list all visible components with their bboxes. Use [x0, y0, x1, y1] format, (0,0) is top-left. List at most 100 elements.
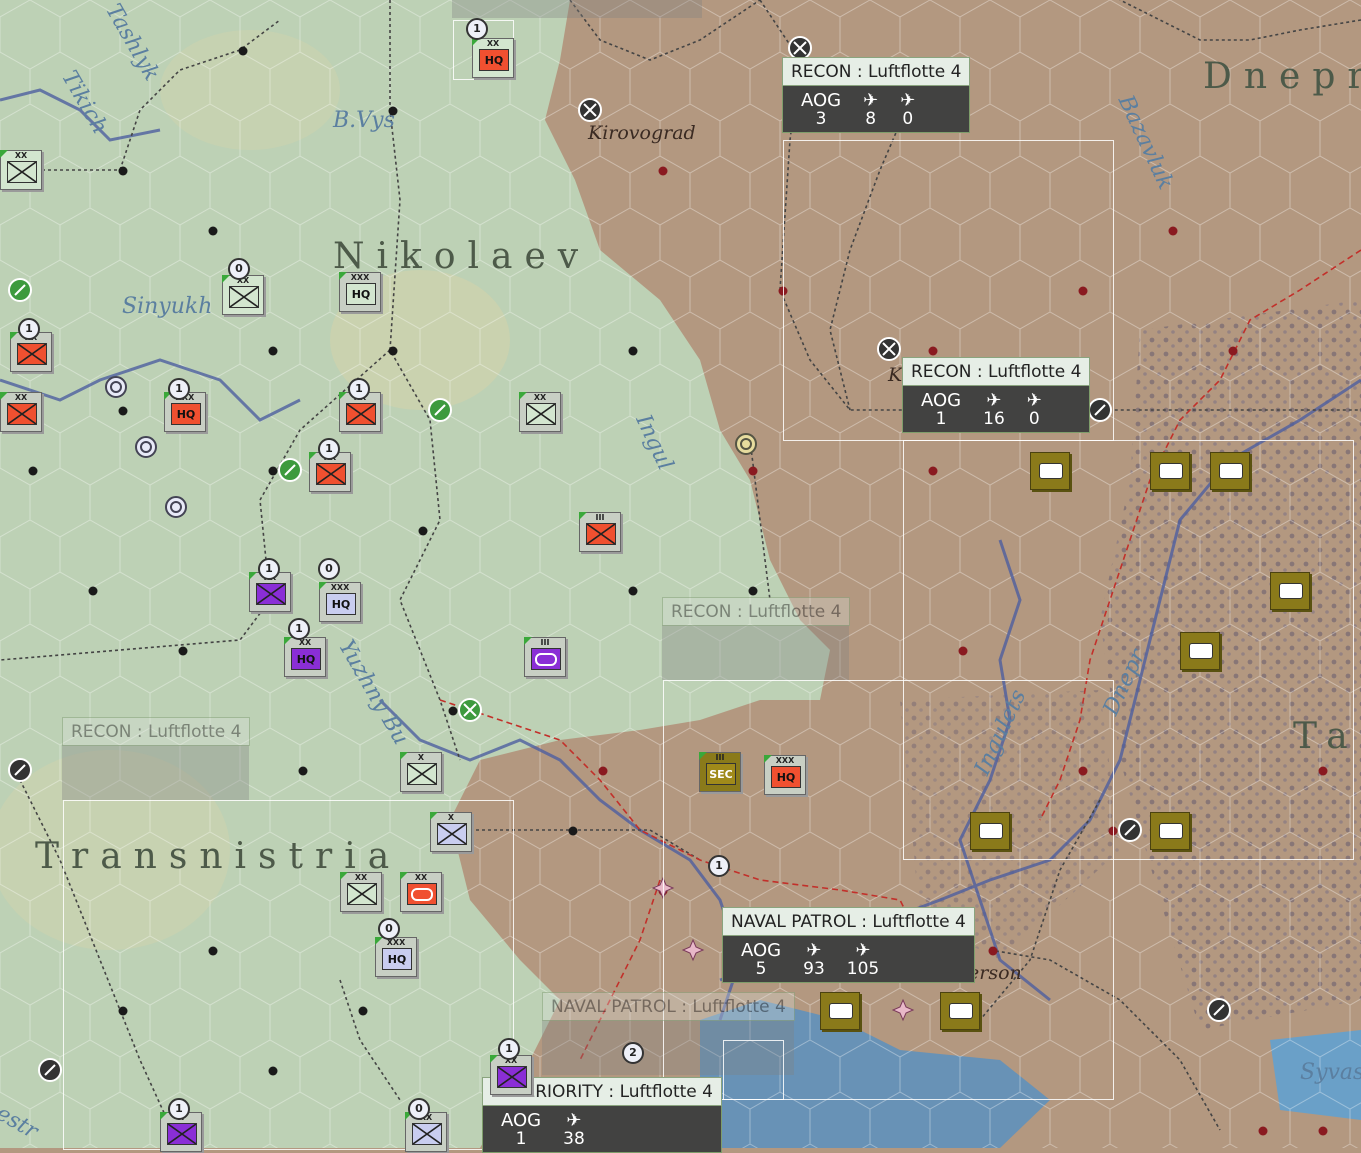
- region-label-transnistria: Transnistria: [35, 836, 402, 877]
- unit-hq[interactable]: XXXHQ: [764, 755, 806, 795]
- fighter-count: 16: [983, 409, 1005, 429]
- unit-symbol: HQ: [326, 593, 356, 615]
- unit-symbol: [17, 343, 47, 365]
- unit-flag-icon: [10, 332, 18, 340]
- unit-infantry[interactable]: XX: [340, 872, 382, 912]
- region-label-nikolaev: Nikolaev: [333, 236, 591, 277]
- unit-flag-icon: [375, 937, 383, 945]
- bomber-icon: ✈: [855, 940, 871, 961]
- naval-unit[interactable]: [820, 992, 860, 1030]
- infantry-icon: [413, 1124, 441, 1144]
- unit-flag-icon: [284, 637, 292, 645]
- ship-icon: [1159, 463, 1183, 479]
- unit-hq[interactable]: XX HQ: [284, 637, 326, 677]
- unit-symbol: HQ: [171, 403, 201, 425]
- unit-symbol: HQ: [382, 948, 412, 970]
- unit-flag-icon: [0, 392, 8, 400]
- armor-icon: [411, 887, 433, 901]
- supply-badge: 1: [348, 378, 370, 400]
- unit-security[interactable]: III SEC: [699, 752, 741, 792]
- bomber-icon: ✈: [1026, 390, 1042, 411]
- unit-infantry[interactable]: XX: [0, 150, 42, 190]
- aog-value: 3: [815, 109, 827, 129]
- unit-flag-icon: [309, 452, 317, 460]
- ship-icon: [1219, 463, 1243, 479]
- unit-infantry[interactable]: XX: [0, 392, 42, 432]
- unit-infantry[interactable]: X: [400, 752, 442, 792]
- recon-area-3: [663, 680, 1114, 1100]
- infantry-icon: [168, 1124, 196, 1144]
- unit-flag-icon: [319, 582, 327, 590]
- faded-mission-box: [452, 0, 702, 18]
- unit-infantry[interactable]: X: [430, 812, 472, 852]
- naval-unit[interactable]: [1150, 452, 1190, 490]
- mission-panel-recon-2[interactable]: RECON : Luftflotte 4 AOG 1 ✈ 16 ✈ 0: [902, 357, 1091, 433]
- mission-title: NAVAL PATROL : Luftflotte 4: [722, 907, 975, 936]
- mission-title: NAVAL PATROL : Luftflotte 4: [542, 992, 795, 1021]
- naval-unit[interactable]: [1150, 812, 1190, 850]
- infantry-icon: [408, 764, 436, 784]
- unit-flag-icon: [0, 150, 8, 158]
- unit-flag-icon: [400, 752, 408, 760]
- unit-flag-icon: [222, 275, 230, 283]
- unit-armor[interactable]: XX: [400, 872, 442, 912]
- unit-symbol: [346, 403, 376, 425]
- unit-symbol: HQ: [291, 648, 321, 670]
- mission-panel-naval-patrol[interactable]: NAVAL PATROL : Luftflotte 4 AOG 5 ✈ 93 ✈ 10…: [722, 907, 975, 983]
- unit-flag-icon: [160, 1112, 168, 1120]
- unit-infantry[interactable]: XX: [490, 1055, 532, 1095]
- supply-badge: 1: [18, 318, 40, 340]
- naval-unit[interactable]: [1270, 572, 1310, 610]
- unit-infantry[interactable]: XX: [222, 275, 264, 315]
- infantry-icon: [587, 524, 615, 544]
- naval-unit[interactable]: [970, 812, 1010, 850]
- unit-hq[interactable]: XXXHQ: [319, 582, 361, 622]
- infantry-icon: [8, 404, 36, 424]
- unit-flag-icon: [340, 872, 348, 880]
- city-label-kherson: erson: [968, 962, 1022, 984]
- mission-panel-naval-faded[interactable]: NAVAL PATROL : Luftflotte 4: [542, 992, 795, 1021]
- ship-icon: [1189, 643, 1213, 659]
- river-label-sinyukha: Sinyukh: [122, 294, 213, 319]
- unit-infantry[interactable]: XX: [519, 392, 561, 432]
- unit-hq[interactable]: XXXHQ: [339, 272, 381, 312]
- naval-unit[interactable]: [1030, 452, 1070, 490]
- supply-badge: 1: [318, 438, 340, 460]
- infantry-icon: [498, 1067, 526, 1087]
- naval-unit[interactable]: [1180, 632, 1220, 670]
- unit-infantry[interactable]: XX: [405, 1112, 447, 1152]
- river-label-syvash: Syvas: [1300, 1060, 1361, 1085]
- bomber-icon: ✈: [900, 90, 916, 111]
- unit-flag-icon: [764, 755, 772, 763]
- unit-symbol: [7, 161, 37, 183]
- unit-hq[interactable]: XX HQ: [472, 38, 514, 78]
- mission-panel-recon-faded-1[interactable]: RECON : Luftflotte 4: [662, 597, 851, 626]
- unit-symbol: [167, 1123, 197, 1145]
- mission-panel-recon-faded-2[interactable]: RECON : Luftflotte 4: [62, 717, 251, 746]
- unit-flag-icon: [524, 637, 532, 645]
- armor-icon: [535, 652, 557, 666]
- aog-label: AOG: [501, 1110, 542, 1131]
- naval-unit[interactable]: [1210, 452, 1250, 490]
- supply-badge: 0: [228, 258, 250, 280]
- mission-title: RECON : Luftflotte 4: [662, 597, 851, 626]
- unit-hq[interactable]: XXXHQ: [375, 937, 417, 977]
- ship-icon: [1039, 463, 1063, 479]
- naval-unit[interactable]: [940, 992, 980, 1030]
- infantry-icon: [527, 404, 555, 424]
- infantry-icon: [257, 584, 285, 604]
- infantry-icon: [347, 404, 375, 424]
- unit-infantry[interactable]: III: [579, 512, 621, 552]
- unit-symbol: [531, 648, 561, 670]
- unit-flag-icon: [249, 572, 257, 580]
- infantry-icon: [8, 162, 36, 182]
- fighter-count: 93: [803, 959, 825, 979]
- mission-title: RECON : Luftflotte 4: [902, 357, 1091, 386]
- ship-icon: [1279, 583, 1303, 599]
- supply-badge: 0: [318, 558, 340, 580]
- unit-flag-icon: [699, 752, 707, 760]
- bomber-count: 0: [1028, 409, 1040, 429]
- unit-symbol: HQ: [771, 766, 801, 788]
- unit-armor[interactable]: III: [524, 637, 566, 677]
- mission-panel-recon-1[interactable]: RECON : Luftflotte 4 AOG 3 ✈ 8 ✈ 0: [782, 57, 971, 133]
